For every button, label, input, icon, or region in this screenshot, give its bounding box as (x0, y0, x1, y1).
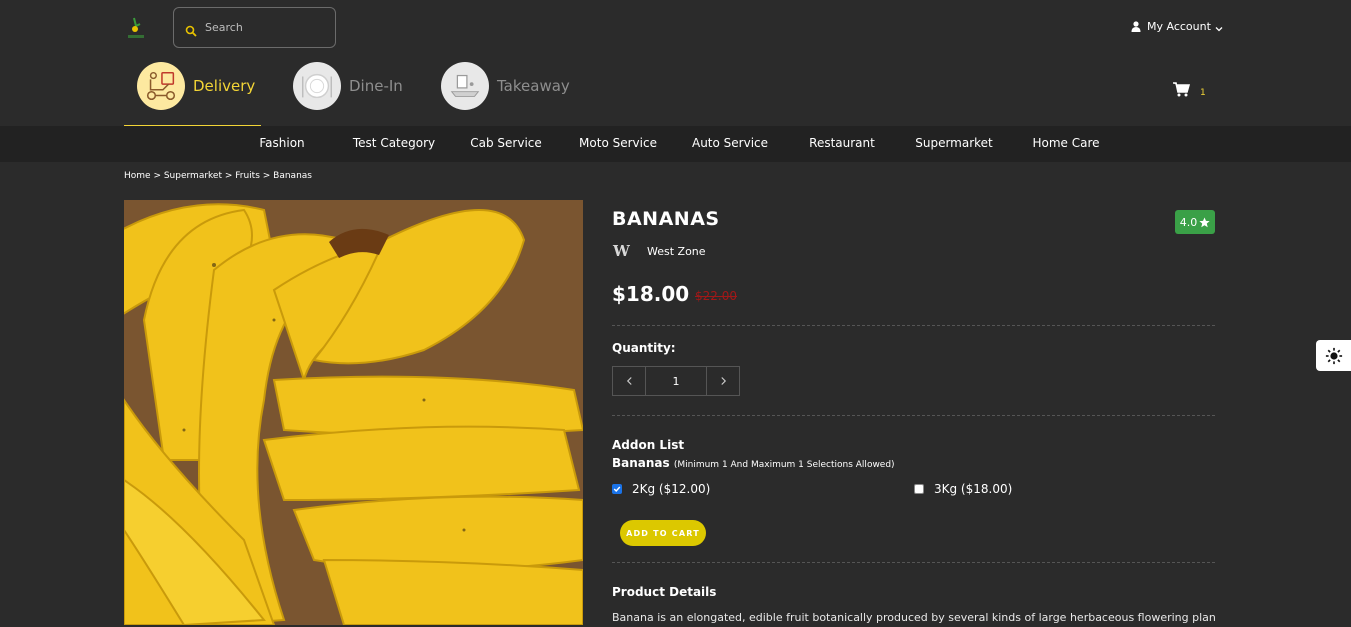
tab-dine-in[interactable]: Dine-In (293, 62, 403, 110)
category-cab-service[interactable]: Cab Service (470, 136, 542, 150)
site-logo[interactable] (124, 14, 148, 40)
plate-icon (293, 62, 341, 110)
rating-badge: 4.0 (1175, 210, 1215, 234)
tab-takeaway-label: Takeaway (497, 77, 570, 95)
takeaway-bag-icon (441, 62, 489, 110)
product-old-price: $22.00 (695, 289, 737, 303)
star-icon (1199, 216, 1210, 227)
decrement-button[interactable] (613, 367, 645, 395)
category-auto-service[interactable]: Auto Service (692, 136, 768, 150)
increment-button[interactable] (707, 367, 739, 395)
user-icon (1131, 21, 1141, 32)
cart-icon (1173, 82, 1191, 97)
search-box[interactable] (173, 7, 336, 48)
account-menu[interactable]: My Account (1131, 20, 1223, 33)
divider (612, 562, 1215, 563)
checkbox-unchecked[interactable] (914, 484, 924, 494)
product-title: BANANAS (612, 208, 720, 230)
category-supermarket[interactable]: Supermarket (915, 136, 993, 150)
product-price: $18.00 (612, 282, 690, 306)
quantity-value[interactable]: 1 (645, 367, 707, 395)
sun-icon (1325, 347, 1342, 364)
addon-rule: (Minimum 1 And Maximum 1 Selections Allo… (673, 460, 895, 470)
addon-option-2kg[interactable]: 2Kg ($12.00) (612, 482, 710, 496)
category-fashion[interactable]: Fashion (259, 136, 304, 150)
product-details-title: Product Details (612, 585, 717, 599)
cart-button[interactable]: 1 (1173, 82, 1206, 98)
product-details-text: Banana is an elongated, edible fruit bot… (612, 611, 1215, 624)
tab-delivery[interactable]: Delivery (137, 62, 255, 110)
addon-group-name: Bananas (612, 456, 670, 470)
svg-text:W: W (612, 242, 631, 260)
addon-option-label: 3Kg ($18.00) (934, 482, 1013, 496)
add-to-cart-button[interactable]: ADD TO CART (620, 520, 706, 546)
tab-takeaway[interactable]: Takeaway (441, 62, 570, 110)
divider (612, 325, 1215, 326)
category-bar (0, 126, 1351, 162)
theme-toggle-button[interactable] (1316, 340, 1351, 371)
chevron-left-icon (626, 377, 632, 385)
store-name: West Zone (647, 244, 706, 258)
account-label: My Account (1147, 20, 1211, 33)
search-input[interactable] (205, 21, 325, 34)
category-test-category[interactable]: Test Category (353, 136, 435, 150)
breadcrumb[interactable]: Home > Supermarket > Fruits > Bananas (124, 171, 312, 181)
chevron-right-icon (720, 377, 726, 385)
store-logo: W (612, 241, 634, 261)
category-restaurant[interactable]: Restaurant (809, 136, 875, 150)
category-moto-service[interactable]: Moto Service (579, 136, 657, 150)
checkbox-checked[interactable] (612, 484, 622, 494)
addon-list-title: Addon List (612, 438, 685, 452)
cart-count-badge: 1 (1200, 88, 1206, 98)
tab-dine-in-label: Dine-In (349, 77, 403, 95)
search-icon (185, 22, 197, 37)
addon-group-title: Bananas (Minimum 1 And Maximum 1 Selecti… (612, 456, 895, 470)
tab-delivery-label: Delivery (193, 77, 256, 95)
category-home-care[interactable]: Home Care (1032, 136, 1099, 150)
chevron-down-icon (1215, 23, 1223, 31)
divider (612, 415, 1215, 416)
quantity-label: Quantity: (612, 341, 676, 355)
product-image (124, 200, 583, 625)
rating-value: 4.0 (1179, 215, 1198, 229)
addon-option-label: 2Kg ($12.00) (632, 482, 711, 496)
quantity-stepper[interactable]: 1 (612, 366, 740, 396)
store-link[interactable]: W West Zone (612, 241, 706, 261)
addon-option-3kg[interactable]: 3Kg ($18.00) (914, 482, 1012, 496)
delivery-scooter-icon (137, 62, 185, 110)
